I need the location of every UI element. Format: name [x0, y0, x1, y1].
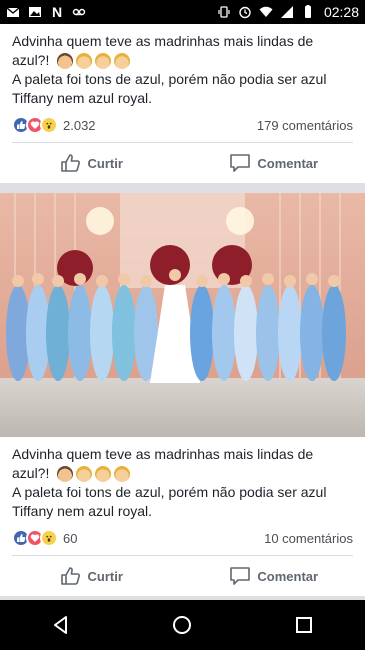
recents-button[interactable] — [284, 605, 324, 645]
comment-label: Comentar — [257, 568, 319, 584]
reactions-row[interactable]: 2.032 179 comentários — [0, 108, 365, 142]
thumbs-up-icon — [60, 154, 80, 172]
gmail-icon — [6, 5, 20, 19]
post-text: Advinha quem teve as madrinhas mais lind… — [0, 437, 365, 521]
post-actions: Curtir Comentar — [0, 556, 365, 596]
android-nav-bar — [0, 600, 365, 650]
post-text-line2: A paleta foi tons de azul, porém não pod… — [12, 484, 327, 519]
comment-count[interactable]: 179 comentários — [257, 118, 353, 133]
woman-emoji-icon — [57, 53, 74, 70]
blonde-woman-emoji-icon — [76, 466, 93, 483]
news-feed[interactable]: Advinha quem teve as madrinhas mais lind… — [0, 24, 365, 600]
wow-reaction-icon — [40, 529, 58, 547]
feed-gap — [0, 183, 365, 193]
post-2: Advinha quem teve as madrinhas mais lind… — [0, 193, 365, 596]
wow-reaction-icon — [40, 116, 58, 134]
comment-button[interactable]: Comentar — [183, 153, 365, 173]
home-button[interactable] — [162, 605, 202, 645]
post-text-line2: A paleta foi tons de azul, porém não pod… — [12, 71, 327, 106]
recents-icon — [296, 617, 313, 633]
home-icon — [173, 616, 192, 634]
wifi-icon — [259, 5, 273, 19]
like-label: Curtir — [87, 155, 123, 171]
comment-label: Comentar — [257, 155, 319, 171]
emoji-group — [57, 466, 131, 483]
comment-count[interactable]: 10 comentários — [264, 531, 353, 546]
comment-button[interactable]: Comentar — [183, 566, 365, 586]
comment-icon — [230, 154, 251, 172]
reaction-count[interactable]: 60 — [63, 531, 77, 546]
reactions-row[interactable]: 60 10 comentários — [0, 521, 365, 555]
blonde-woman-emoji-icon — [95, 466, 112, 483]
post-photo[interactable] — [0, 193, 365, 437]
like-button[interactable]: Curtir — [0, 566, 183, 586]
gallery-icon — [28, 5, 42, 19]
reaction-count[interactable]: 2.032 — [63, 118, 96, 133]
alarm-icon — [238, 5, 252, 19]
like-button[interactable]: Curtir — [0, 153, 183, 173]
reaction-icons[interactable] — [12, 529, 58, 547]
thumbs-up-icon — [60, 567, 80, 585]
voicemail-icon — [72, 5, 86, 19]
post-text: Advinha quem teve as madrinhas mais lind… — [0, 24, 365, 108]
signal-icon — [280, 5, 294, 19]
blonde-woman-emoji-icon — [114, 53, 131, 70]
comment-icon — [230, 567, 251, 585]
blonde-woman-emoji-icon — [95, 53, 112, 70]
status-bar: N 02:28 — [0, 0, 365, 24]
wedding-photo — [0, 193, 365, 437]
post-actions: Curtir Comentar — [0, 143, 365, 183]
back-icon — [53, 616, 67, 634]
reaction-icons[interactable] — [12, 116, 58, 134]
blonde-woman-emoji-icon — [114, 466, 131, 483]
like-label: Curtir — [87, 568, 123, 584]
woman-emoji-icon — [57, 466, 74, 483]
battery-icon — [301, 5, 315, 19]
status-time: 02:28 — [323, 4, 359, 20]
post-1: Advinha quem teve as madrinhas mais lind… — [0, 24, 365, 183]
emoji-group — [57, 53, 131, 70]
blonde-woman-emoji-icon — [76, 53, 93, 70]
vibrate-icon — [217, 5, 231, 19]
back-button[interactable] — [41, 605, 81, 645]
netflix-icon: N — [51, 4, 63, 20]
